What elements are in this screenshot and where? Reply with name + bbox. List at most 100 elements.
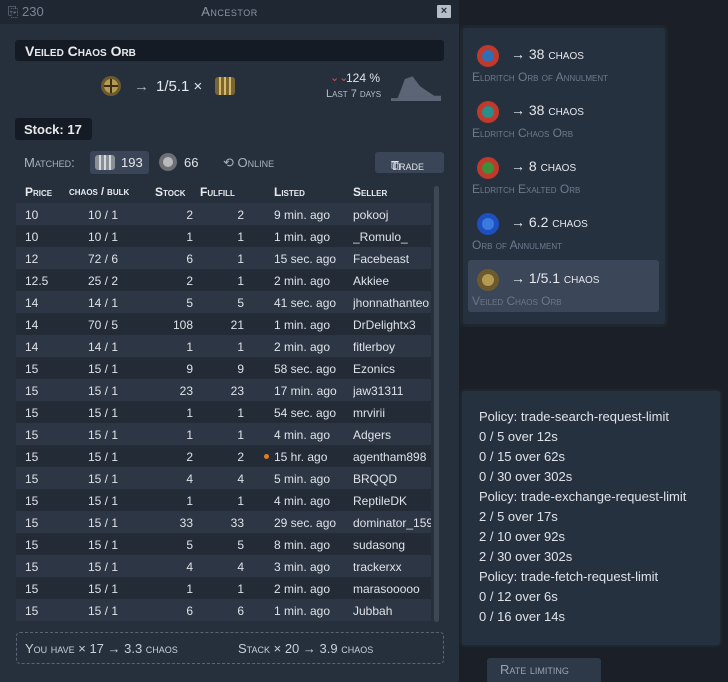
table-row[interactable]: 15 15 / 1 4 4 5 min. ago BRQQD	[16, 467, 431, 489]
chaos-orb-icon	[159, 153, 177, 171]
row-bulk: 72 / 6	[88, 252, 119, 266]
table-row[interactable]: 15 15 / 1 1 1 54 sec. ago mrvirii	[16, 401, 431, 423]
table-row[interactable]: 10 10 / 1 1 1 1 min. ago _Romulo_	[16, 225, 431, 247]
table-row[interactable]: 15 15 / 1 1 1 4 min. ago Adgers	[16, 423, 431, 445]
rate-limit-line: 2 / 5 over 17s	[479, 509, 558, 524]
trade-button[interactable]: Trade ⧉	[375, 152, 444, 173]
title-bar[interactable]: ⎘ 230 Ancestor ×	[0, 0, 459, 24]
row-seller: dominator_159	[353, 516, 431, 530]
table-row[interactable]: 15 15 / 1 23 23 17 min. ago jaw31311	[16, 379, 431, 401]
rate-item[interactable]: → 38 chaos Eldritch Chaos Orb	[463, 92, 665, 144]
row-seller: Adgers	[353, 428, 392, 442]
table-row[interactable]: 15 15 / 1 2 2 15 hr. ago agentham898	[16, 445, 431, 467]
rate-price: → 6.2 chaos	[511, 214, 588, 230]
row-price: 15	[25, 516, 39, 530]
rate-limit-line: 0 / 5 over 12s	[479, 429, 558, 444]
row-fulfill: 5	[237, 296, 244, 310]
row-price: 14	[25, 296, 39, 310]
rate-limit-line: Policy: trade-fetch-request-limit	[479, 569, 659, 584]
rate-currency-name: Eldritch Chaos Orb	[472, 126, 574, 140]
row-listed: 54 sec. ago	[274, 406, 337, 420]
row-stock: 2	[186, 450, 193, 464]
rate-price: → 38 chaos	[511, 46, 584, 62]
matched-label: Matched:	[24, 155, 75, 170]
row-seller: ReptileDK	[353, 494, 408, 508]
col-bulk: chaos / bulk	[69, 186, 130, 198]
row-stock: 4	[186, 560, 193, 574]
row-seller: DrDelightx3	[353, 318, 416, 332]
row-seller: mrvirii	[353, 406, 385, 420]
table-row[interactable]: 10 10 / 1 2 2 9 min. ago pokooj	[16, 203, 431, 225]
currency-rates-panel: → 38 chaos Eldritch Orb of Annulment → 38 …	[463, 28, 665, 324]
row-stock: 6	[186, 604, 193, 618]
table-header: Price chaos / bulk Stock Fulfill Listed …	[16, 183, 431, 203]
close-button[interactable]: ×	[437, 5, 451, 18]
table-row[interactable]: 15 15 / 1 33 33 29 sec. ago dominator_159	[16, 511, 431, 533]
row-listed: 1 min. ago	[274, 604, 331, 618]
footer-summary: You have × 17 → 3.3 chaos Stack × 20 → 3…	[16, 632, 444, 664]
rate-item[interactable]: → 38 chaos Eldritch Orb of Annulment	[463, 36, 665, 88]
rate-limit-panel: Policy: trade-search-request-limit 0 / 5 …	[462, 391, 720, 645]
row-seller: Akkiee	[353, 274, 390, 288]
row-bulk: 15 / 1	[88, 560, 119, 574]
row-fulfill: 1	[237, 340, 244, 354]
row-bulk: 15 / 1	[88, 582, 119, 596]
row-stock: 1	[186, 230, 193, 244]
row-fulfill: 1	[237, 252, 244, 266]
rate-limit-line: 0 / 30 over 302s	[479, 469, 573, 484]
row-bulk: 15 / 1	[88, 406, 119, 420]
col-listed: Listed	[274, 185, 305, 199]
rate-price: → 8 chaos	[511, 158, 577, 174]
matched-row: Matched: 193 66 ⟲ Online Trade ⧉	[24, 151, 444, 175]
row-fulfill: 1	[237, 494, 244, 508]
matched-bulk-filter[interactable]: 193	[90, 151, 149, 174]
currency-orb-icon	[477, 213, 499, 235]
row-seller: Facebeast	[353, 252, 410, 266]
table-row[interactable]: 15 15 / 1 1 1 4 min. ago ReptileDK	[16, 489, 431, 511]
table-row[interactable]: 15 15 / 1 4 4 3 min. ago trackerxx	[16, 555, 431, 577]
table-row[interactable]: 15 15 / 1 5 5 8 min. ago sudasong	[16, 533, 431, 555]
row-stock: 2	[186, 208, 193, 222]
table-scrollbar[interactable]	[434, 186, 439, 622]
row-bulk: 15 / 1	[88, 494, 119, 508]
rate-price: → 1/5.1 chaos	[511, 270, 600, 286]
row-seller: pokooj	[353, 208, 389, 222]
rate-item[interactable]: → 6.2 chaos Orb of Annulment	[463, 204, 665, 256]
row-seller: jhonnathanteo	[353, 296, 430, 310]
item-name: Veiled Chaos Orb	[25, 43, 136, 59]
currency-orb-icon	[477, 157, 499, 179]
rate-limit-line: 2 / 10 over 92s	[479, 529, 565, 544]
row-listed: 41 sec. ago	[274, 296, 337, 310]
row-price: 10	[25, 208, 39, 222]
row-seller: marasooooo	[353, 582, 420, 596]
matched-chaos-count: 66	[184, 155, 199, 170]
row-seller: trackerxx	[353, 560, 402, 574]
row-price: 15	[25, 384, 39, 398]
table-row[interactable]: 14 70 / 5 108 21 1 min. ago DrDelightx3	[16, 313, 431, 335]
trend-percent: 124 %	[346, 71, 381, 85]
table-row[interactable]: 12 72 / 6 6 1 15 sec. ago Facebeast	[16, 247, 431, 269]
row-price: 12	[25, 252, 39, 266]
table-row[interactable]: 14 14 / 1 1 1 2 min. ago fitlerboy	[16, 335, 431, 357]
rate-currency-name: Eldritch Orb of Annulment	[472, 70, 609, 84]
row-seller: Jubbah	[353, 604, 393, 618]
status-dot	[264, 454, 269, 459]
table-row[interactable]: 15 15 / 1 9 9 58 sec. ago Ezonics	[16, 357, 431, 379]
rate-item[interactable]: → 8 chaos Eldritch Exalted Orb	[463, 148, 665, 200]
rate-limiting-tab[interactable]: Rate limiting	[487, 658, 601, 682]
ratio-text: 1/5.1 ×	[156, 78, 203, 95]
bulk-stack-icon	[215, 77, 235, 95]
table-row[interactable]: 15 15 / 1 1 1 2 min. ago marasooooo	[16, 577, 431, 599]
row-bulk: 15 / 1	[88, 472, 119, 486]
online-filter[interactable]: ⟲ Online	[223, 155, 274, 171]
table-row[interactable]: 14 14 / 1 5 5 41 sec. ago jhonnathanteo	[16, 291, 431, 313]
row-price: 15	[25, 406, 39, 420]
row-bulk: 25 / 2	[88, 274, 119, 288]
table-row[interactable]: 12.5 25 / 2 2 1 2 min. ago Akkiee	[16, 269, 431, 291]
row-fulfill: 21	[230, 318, 244, 332]
history-icon: ⟲	[223, 155, 238, 170]
table-row[interactable]: 15 15 / 1 6 6 1 min. ago Jubbah	[16, 599, 431, 621]
rate-item[interactable]: → 1/5.1 chaos Veiled Chaos Orb	[468, 260, 659, 312]
row-bulk: 15 / 1	[88, 384, 119, 398]
row-price: 15	[25, 494, 39, 508]
